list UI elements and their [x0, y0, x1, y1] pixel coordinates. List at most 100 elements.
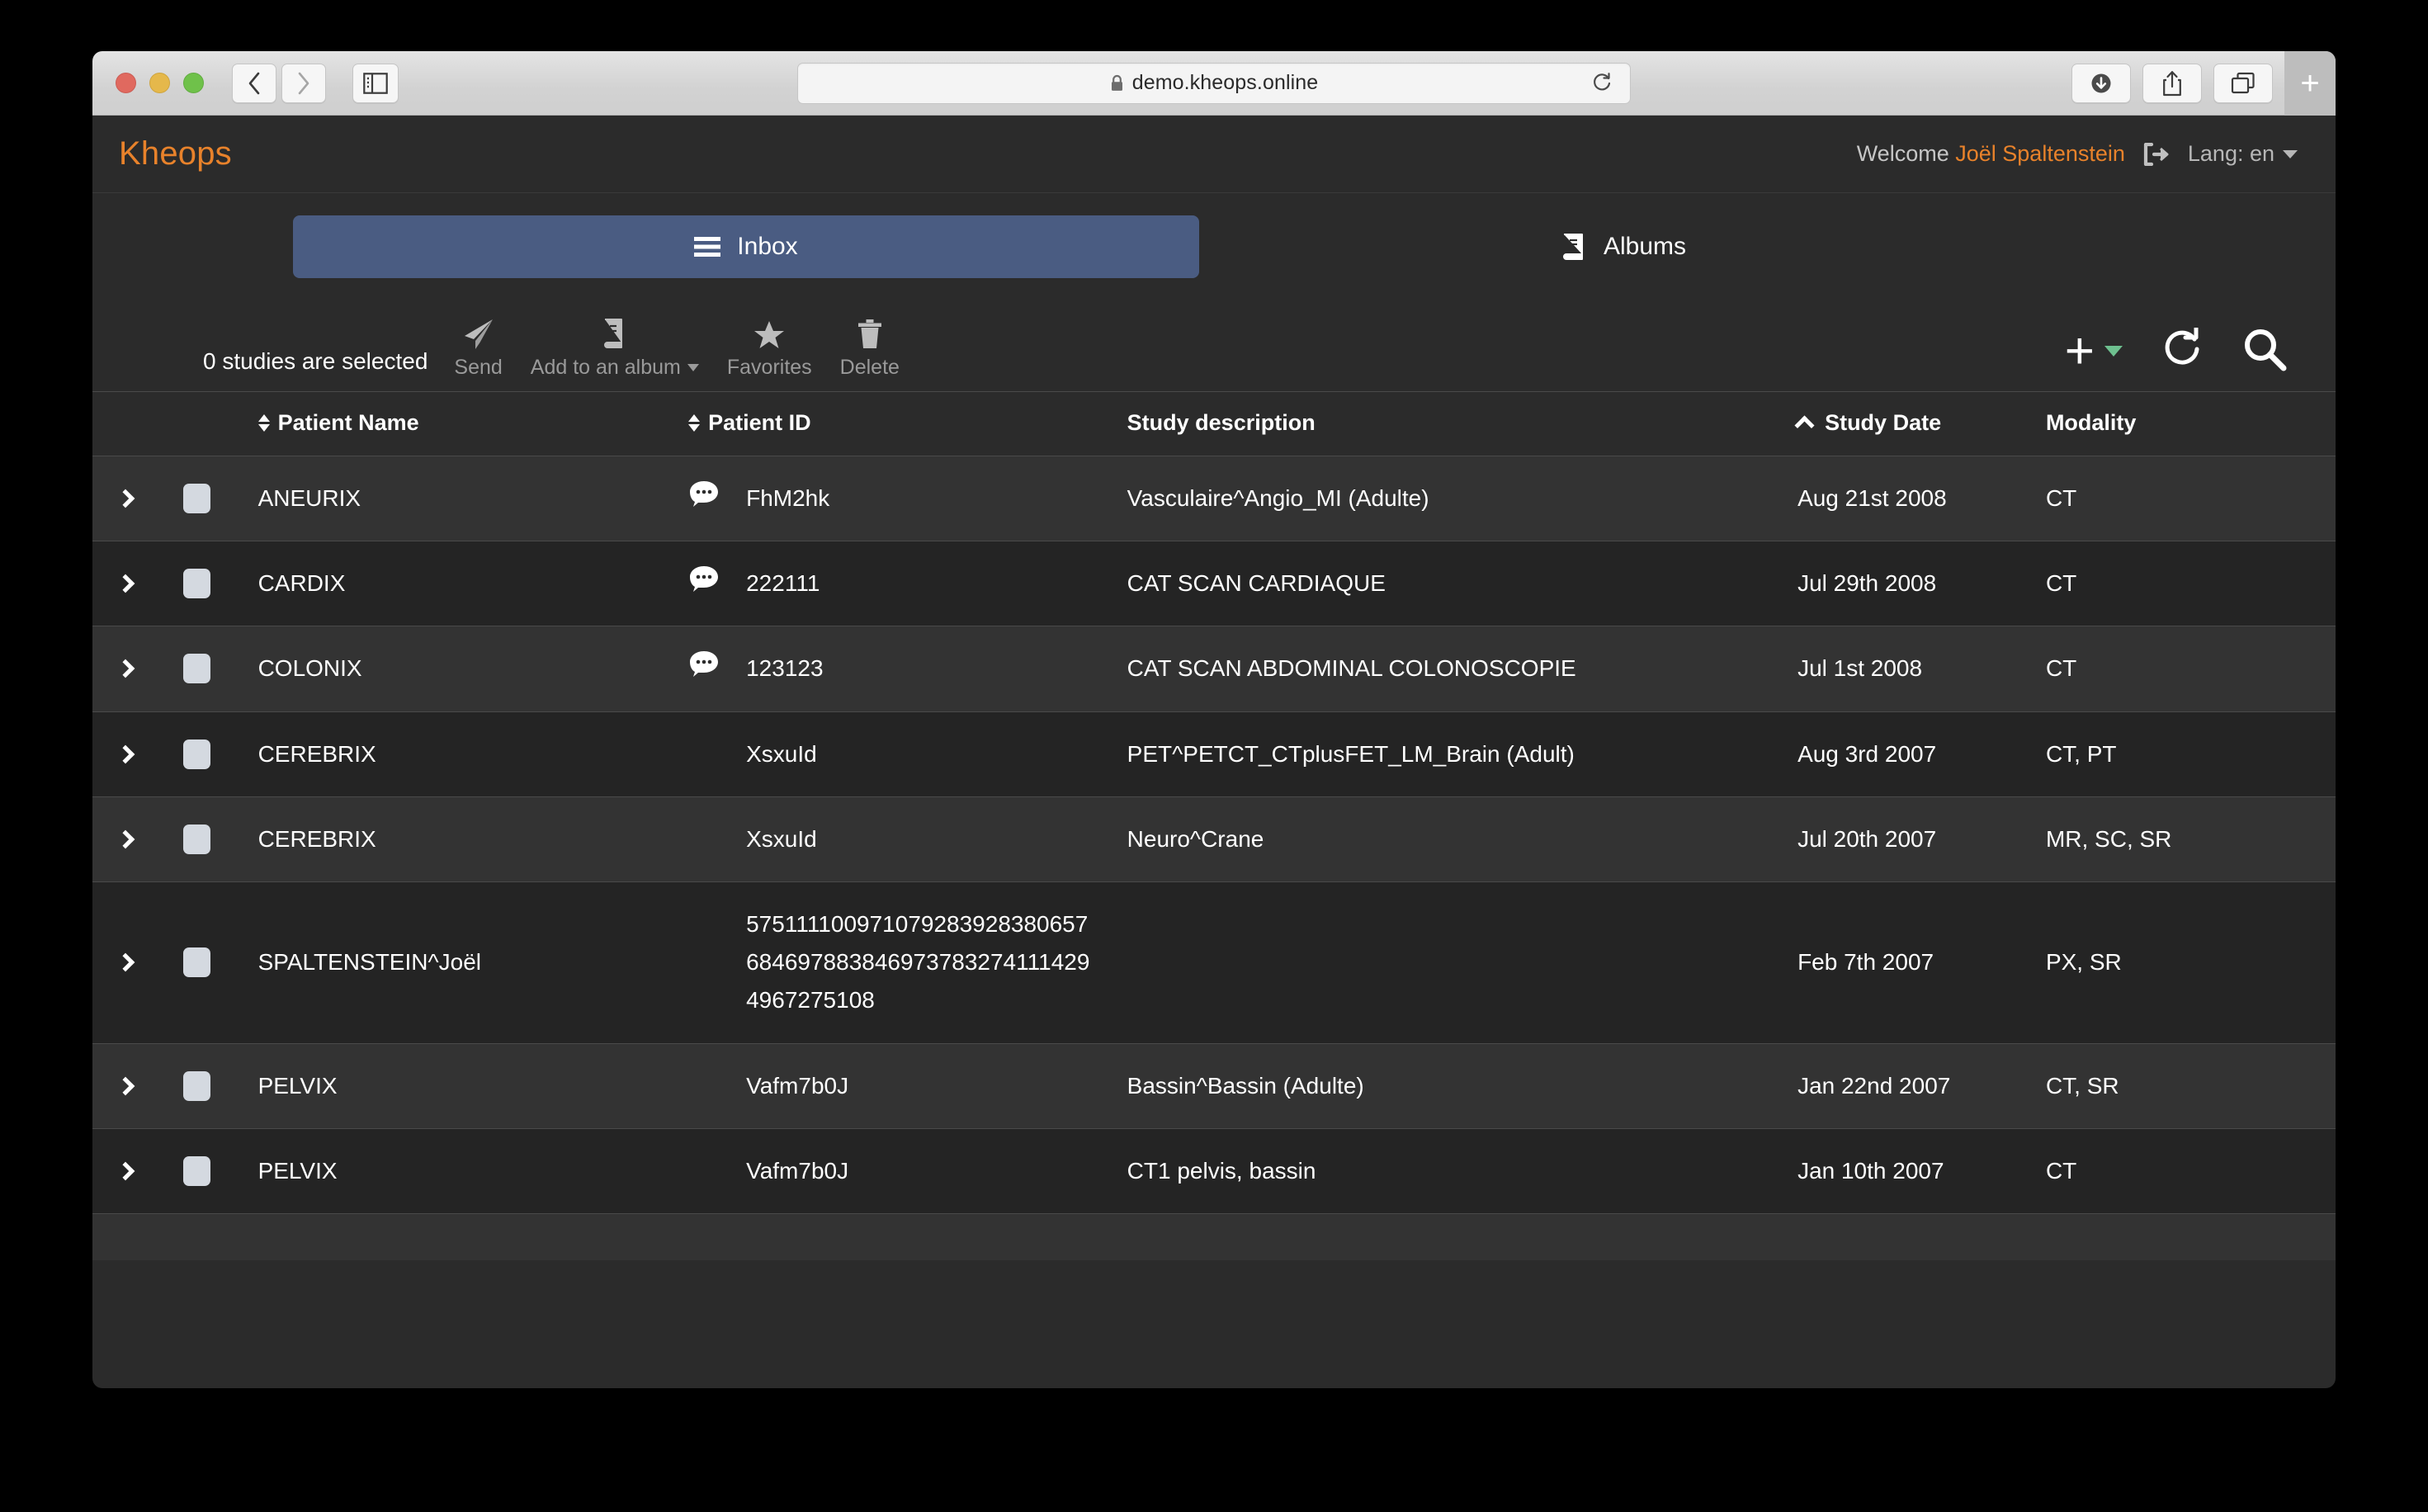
chevron-right-icon[interactable] — [116, 489, 135, 508]
chevron-right-icon[interactable] — [116, 1161, 135, 1181]
logout-button[interactable] — [2143, 142, 2170, 166]
app-logo[interactable]: Kheops — [119, 135, 232, 172]
row-expander-cell[interactable] — [92, 711, 183, 796]
header-patient-id[interactable]: Patient ID — [688, 391, 1127, 456]
sidebar-toggle-button[interactable] — [352, 63, 399, 103]
row-checkbox[interactable] — [183, 654, 211, 684]
cell-study-description: PET^PETCT_CTplusFET_LM_Brain (Adult) — [1127, 740, 1575, 767]
row-checkbox[interactable] — [183, 824, 211, 854]
reload-button[interactable] — [1592, 72, 1612, 94]
maximize-window-button[interactable] — [183, 73, 204, 93]
header-patient-id-label: Patient ID — [708, 410, 811, 435]
row-checkbox-cell[interactable] — [183, 881, 257, 1043]
chevron-right-icon[interactable] — [116, 829, 135, 849]
row-expander-cell[interactable] — [92, 541, 183, 626]
cell-patient-name: SPALTENSTEIN^Joël — [257, 949, 481, 976]
book-icon — [602, 314, 627, 351]
chevron-right-icon[interactable] — [116, 574, 135, 593]
table-row[interactable]: SPALTENSTEIN^Joël 57511110097107928392838… — [92, 881, 2336, 1043]
add-to-album-button[interactable]: Add to an album — [531, 314, 699, 380]
chevron-right-icon[interactable] — [116, 1076, 135, 1095]
chevron-right-icon[interactable] — [116, 659, 135, 678]
table-footer-strip — [92, 1213, 2336, 1260]
cell-study-date: Jul 29th 2008 — [1797, 570, 1937, 597]
sort-icon — [257, 414, 270, 432]
cell-modality: CT — [2045, 485, 2077, 512]
comment-icon-slot[interactable] — [688, 480, 746, 508]
header-study-description-label: Study description — [1127, 410, 1316, 435]
row-checkbox-cell[interactable] — [183, 626, 257, 711]
refresh-button[interactable] — [2161, 326, 2204, 375]
header-study-date[interactable]: Study Date — [1794, 391, 2046, 456]
language-label: Lang: en — [2187, 141, 2274, 166]
cell-modality: CT, PT — [2045, 740, 2117, 767]
header-study-description[interactable]: Study description — [1127, 391, 1798, 456]
header-patient-name-label: Patient Name — [277, 410, 419, 435]
back-button[interactable] — [232, 63, 276, 103]
welcome-message: Welcome Joël Spaltenstein — [1857, 141, 2125, 167]
tab-overview-button[interactable] — [2213, 64, 2273, 103]
row-checkbox[interactable] — [183, 484, 211, 514]
address-bar[interactable]: demo.kheops.online — [797, 62, 1631, 104]
row-checkbox-cell[interactable] — [183, 1043, 257, 1128]
row-checkbox[interactable] — [183, 1070, 211, 1101]
row-expander-cell[interactable] — [92, 1043, 183, 1128]
row-checkbox-cell[interactable] — [183, 711, 257, 796]
table-row[interactable]: CEREBRIX XsxuId PET^PETCT_CTplusFET_LM_Bra… — [92, 711, 2336, 797]
comment-icon-slot[interactable] — [688, 650, 746, 678]
table-row[interactable]: COLONIX 123123 CAT SCAN ABDOMINAL COLONOSC… — [92, 626, 2336, 712]
delete-button[interactable]: Delete — [840, 314, 900, 380]
row-checkbox-cell[interactable] — [183, 541, 257, 626]
cell-patient-id: XsxuId — [746, 740, 817, 767]
row-checkbox-cell[interactable] — [183, 456, 257, 541]
cell-patient-id: Vafm7b0J — [746, 1157, 849, 1184]
row-expander-cell[interactable] — [92, 881, 183, 1043]
favorites-button[interactable]: Favorites — [727, 314, 812, 380]
row-expander-cell[interactable] — [92, 456, 183, 541]
row-checkbox-cell[interactable] — [183, 796, 257, 881]
chevron-right-icon[interactable] — [116, 744, 135, 763]
cell-study-description: CAT SCAN CARDIAQUE — [1127, 570, 1386, 597]
row-checkbox[interactable] — [183, 947, 211, 978]
row-expander-cell[interactable] — [92, 796, 183, 881]
row-checkbox[interactable] — [183, 1155, 211, 1186]
cell-patient-id: FhM2hk — [688, 456, 1127, 541]
new-tab-button[interactable]: + — [2284, 51, 2336, 116]
cell-modality: CT, SR — [2045, 1072, 2119, 1099]
comment-icon-slot[interactable] — [688, 565, 746, 593]
table-row[interactable]: PELVIX Vafm7b0J CT1 pelvis, bassin Jan 10th… — [92, 1128, 2336, 1214]
row-expander-cell[interactable] — [92, 1128, 183, 1213]
header-modality[interactable]: Modality — [2045, 391, 2336, 456]
cell-patient-name: COLONIX — [257, 655, 362, 682]
row-checkbox[interactable] — [183, 569, 211, 599]
row-checkbox[interactable] — [183, 739, 211, 769]
send-label: Send — [454, 356, 503, 379]
minimize-window-button[interactable] — [149, 73, 170, 93]
row-expander-cell[interactable] — [92, 626, 183, 711]
cell-modality: CT — [2045, 655, 2077, 682]
table-row[interactable]: ANEURIX FhM2hk Vasculaire^Angio_MI (Adulte… — [92, 456, 2336, 541]
table-row[interactable]: CEREBRIX XsxuId Neuro^Crane Jul 20th 2007 MR… — [92, 796, 2336, 882]
chevron-right-icon[interactable] — [116, 952, 135, 972]
lock-icon — [1110, 74, 1124, 92]
forward-button[interactable] — [281, 63, 326, 103]
downloads-button[interactable] — [2071, 64, 2131, 103]
table-row[interactable]: PELVIX Vafm7b0J Bassin^Bassin (Adulte) Jan … — [92, 1043, 2336, 1129]
language-selector[interactable]: Lang: en — [2188, 141, 2298, 167]
add-study-button[interactable]: + — [2065, 325, 2123, 377]
logout-icon — [2143, 142, 2169, 166]
cell-study-date: Jul 1st 2008 — [1797, 655, 1923, 682]
tab-albums[interactable]: Albums — [1546, 215, 1703, 278]
row-checkbox-cell[interactable] — [183, 1128, 257, 1213]
tab-inbox[interactable]: Inbox — [293, 215, 1199, 278]
paper-plane-icon — [461, 314, 496, 351]
send-button[interactable]: Send — [454, 314, 503, 380]
close-window-button[interactable] — [116, 73, 136, 93]
search-button[interactable] — [2241, 326, 2288, 376]
header-patient-name[interactable]: Patient Name — [257, 391, 689, 456]
header-right: Welcome Joël Spaltenstein Lang: en — [1857, 141, 2298, 167]
tab-overview-icon — [2231, 72, 2255, 94]
share-button[interactable] — [2142, 64, 2202, 103]
table-row[interactable]: CARDIX 222111 CAT SCAN CARDIAQUE Jul 29th 2… — [92, 541, 2336, 626]
cell-modality: CT — [2045, 570, 2077, 597]
